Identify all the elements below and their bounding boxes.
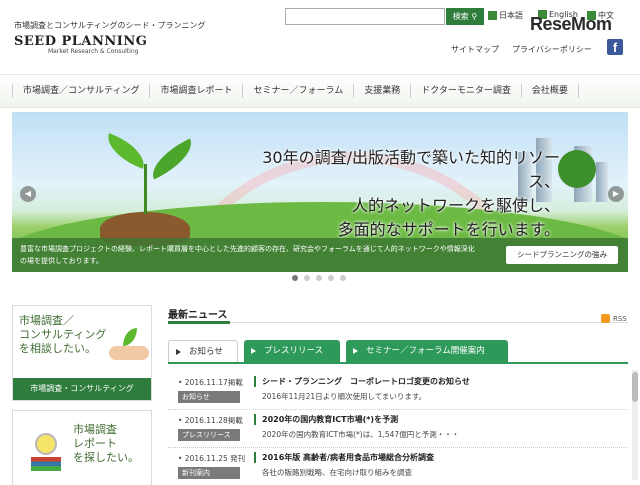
hero-line: 30年の調査/出版活動で築いた知的リソース、 xyxy=(262,148,560,191)
reports-card-title: 市場調査 レポート を探したい。 xyxy=(73,423,139,464)
consulting-card[interactable]: 市場調査／ コンサルティング を相談したい。 市場調査・コンサルティング xyxy=(12,305,152,401)
news-summary: 2016年11月21日より順次使用してまいります。 xyxy=(262,392,427,401)
news-item: • 2016.11.25 発刊 新刊案内 2016年版 高齢者/病者用食品市場総… xyxy=(168,448,628,485)
search-icon: ⚲ xyxy=(471,12,478,21)
news-section-title: 最新ニュース xyxy=(168,310,228,321)
facebook-icon[interactable]: f xyxy=(607,39,623,55)
lang-japanese-label: 日本語 xyxy=(499,11,523,20)
news-summary: 各社の販路別戦略、在宅向け取り組みを調査 xyxy=(262,468,412,477)
carousel-dots xyxy=(292,275,346,281)
nav-item-reports[interactable]: 市場調査レポート xyxy=(149,84,242,98)
search-button[interactable]: 検索 ⚲ xyxy=(446,8,484,25)
arrow-icon xyxy=(488,11,497,20)
lang-japanese[interactable]: 日本語 xyxy=(488,10,523,21)
leaf-left-illustration xyxy=(101,133,151,169)
nav-item-doctor-monitor[interactable]: ドクターモニター調査 xyxy=(410,84,521,98)
tab-baseline xyxy=(168,362,628,364)
nav-item-seminar[interactable]: セミナー／フォーラム xyxy=(242,84,353,98)
news-category-badge: 新刊案内 xyxy=(178,467,240,479)
rss-link[interactable]: RSS xyxy=(601,314,627,323)
news-scrollbar-thumb[interactable] xyxy=(632,372,638,402)
news-category-badge: プレスリリース xyxy=(178,429,240,441)
site-logo[interactable]: SEED PLANNING xyxy=(14,34,147,49)
news-item: • 2016.11.17掲載 お知らせ シード・プランニング コーポレートロゴ変… xyxy=(168,372,628,410)
news-item: • 2016.11.28掲載 プレスリリース 2020年の国内教育ICT市場(*… xyxy=(168,410,628,448)
hero-line: 人的ネットワークを駆使し、 xyxy=(351,196,560,215)
carousel-prev-icon[interactable]: ◀ xyxy=(20,186,36,202)
consulting-button[interactable]: 市場調査・コンサルティング xyxy=(13,378,151,400)
nav-item-consulting[interactable]: 市場調査／コンサルティング xyxy=(12,84,149,98)
hand-icon xyxy=(109,346,149,360)
carousel-dot[interactable] xyxy=(328,275,334,281)
strengths-button[interactable]: シードプランニングの強み xyxy=(506,246,618,264)
news-headline-link[interactable]: 2016年版 高齢者/病者用食品市場総合分析調査 xyxy=(254,452,434,463)
hero-caption-text: 豊富な市場調査プロジェクトの経験、レポート購買層を中心とした先進的顧客の存在、研… xyxy=(20,245,475,265)
tab-seminar[interactable]: セミナー／フォーラム開催案内 xyxy=(346,340,508,362)
search-input[interactable] xyxy=(285,8,445,25)
news-divider xyxy=(168,322,628,323)
reports-card[interactable]: 市場調査 レポート を探したい。 xyxy=(12,410,152,485)
news-headline-link[interactable]: シード・プランニング コーポレートロゴ変更のお知らせ xyxy=(254,376,470,387)
sitemap-link[interactable]: サイトマップ xyxy=(451,44,499,55)
rss-icon xyxy=(601,314,610,323)
tab-press-release[interactable]: プレスリリース xyxy=(244,340,340,362)
hero-banner[interactable]: 30年の調査/出版活動で築いた知的リソース、 人的ネットワークを駆使し、 多面的… xyxy=(12,112,628,272)
news-summary: 2020年の国内教育ICT市場(*)は、1,547億円と予測・・・ xyxy=(262,430,460,439)
privacy-policy-link[interactable]: プライバシーポリシー xyxy=(512,44,592,55)
news-date: • 2016.11.28掲載 xyxy=(178,416,243,425)
carousel-dot[interactable] xyxy=(340,275,346,281)
search-button-label: 検索 xyxy=(452,12,469,21)
nav-item-support[interactable]: 支援業務 xyxy=(353,84,410,98)
carousel-next-icon[interactable]: ▶ xyxy=(608,186,624,202)
news-title-underline xyxy=(168,321,230,324)
site-logo-subtitle: Market Research & Consulting xyxy=(48,48,139,55)
hero-caption-band: 豊富な市場調査プロジェクトの経験、レポート購買層を中心とした先進的顧客の存在、研… xyxy=(12,238,628,272)
carousel-dot[interactable] xyxy=(316,275,322,281)
news-date: • 2016.11.17掲載 xyxy=(178,378,243,387)
news-category-badge: お知らせ xyxy=(178,391,240,403)
books-icon xyxy=(31,457,61,471)
nav-item-company[interactable]: 会社概要 xyxy=(520,84,579,98)
plant-icon xyxy=(123,328,137,346)
carousel-dot[interactable] xyxy=(292,275,298,281)
lightbulb-icon xyxy=(35,433,57,455)
tree-illustration xyxy=(558,150,596,188)
site-tagline: 市場調査とコンサルティングのシード・プランニング xyxy=(14,21,206,30)
leaf-right-illustration xyxy=(144,138,200,180)
consulting-card-title: 市場調査／ コンサルティング を相談したい。 xyxy=(19,314,107,355)
news-date: • 2016.11.25 発刊 xyxy=(178,454,246,463)
sprout-icon xyxy=(144,164,147,214)
carousel-dot[interactable] xyxy=(304,275,310,281)
tab-notice[interactable]: お知らせ xyxy=(168,340,238,362)
hero-headline: 30年の調査/出版活動で築いた知的リソース、 人的ネットワークを駆使し、 多面的… xyxy=(260,146,560,242)
news-headline-link[interactable]: 2020年の国内教育ICT市場(*)を予測 xyxy=(254,414,398,425)
global-nav: 市場調査／コンサルティング 市場調査レポート セミナー／フォーラム 支援業務 ド… xyxy=(0,74,640,108)
rss-label: RSS xyxy=(613,314,627,323)
resemom-watermark: ReseMom xyxy=(530,14,612,34)
